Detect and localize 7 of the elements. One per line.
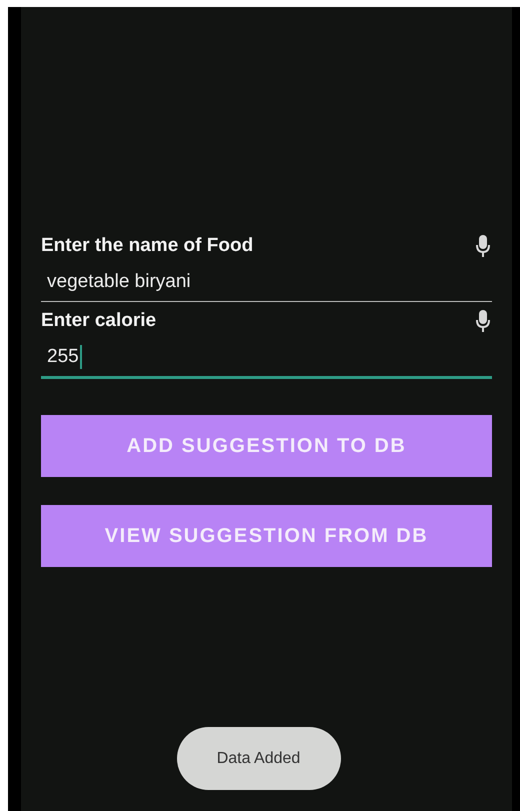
field-label: Enter the name of Food [41,235,254,257]
text-input-field[interactable]: 255 [41,344,492,379]
field-label: Enter calorie [41,310,156,332]
microphone-icon[interactable] [476,310,490,332]
text-input-field[interactable]: vegetable biryani [41,269,492,302]
toast-message: Data Added [176,727,340,790]
microphone-icon[interactable] [476,235,490,257]
